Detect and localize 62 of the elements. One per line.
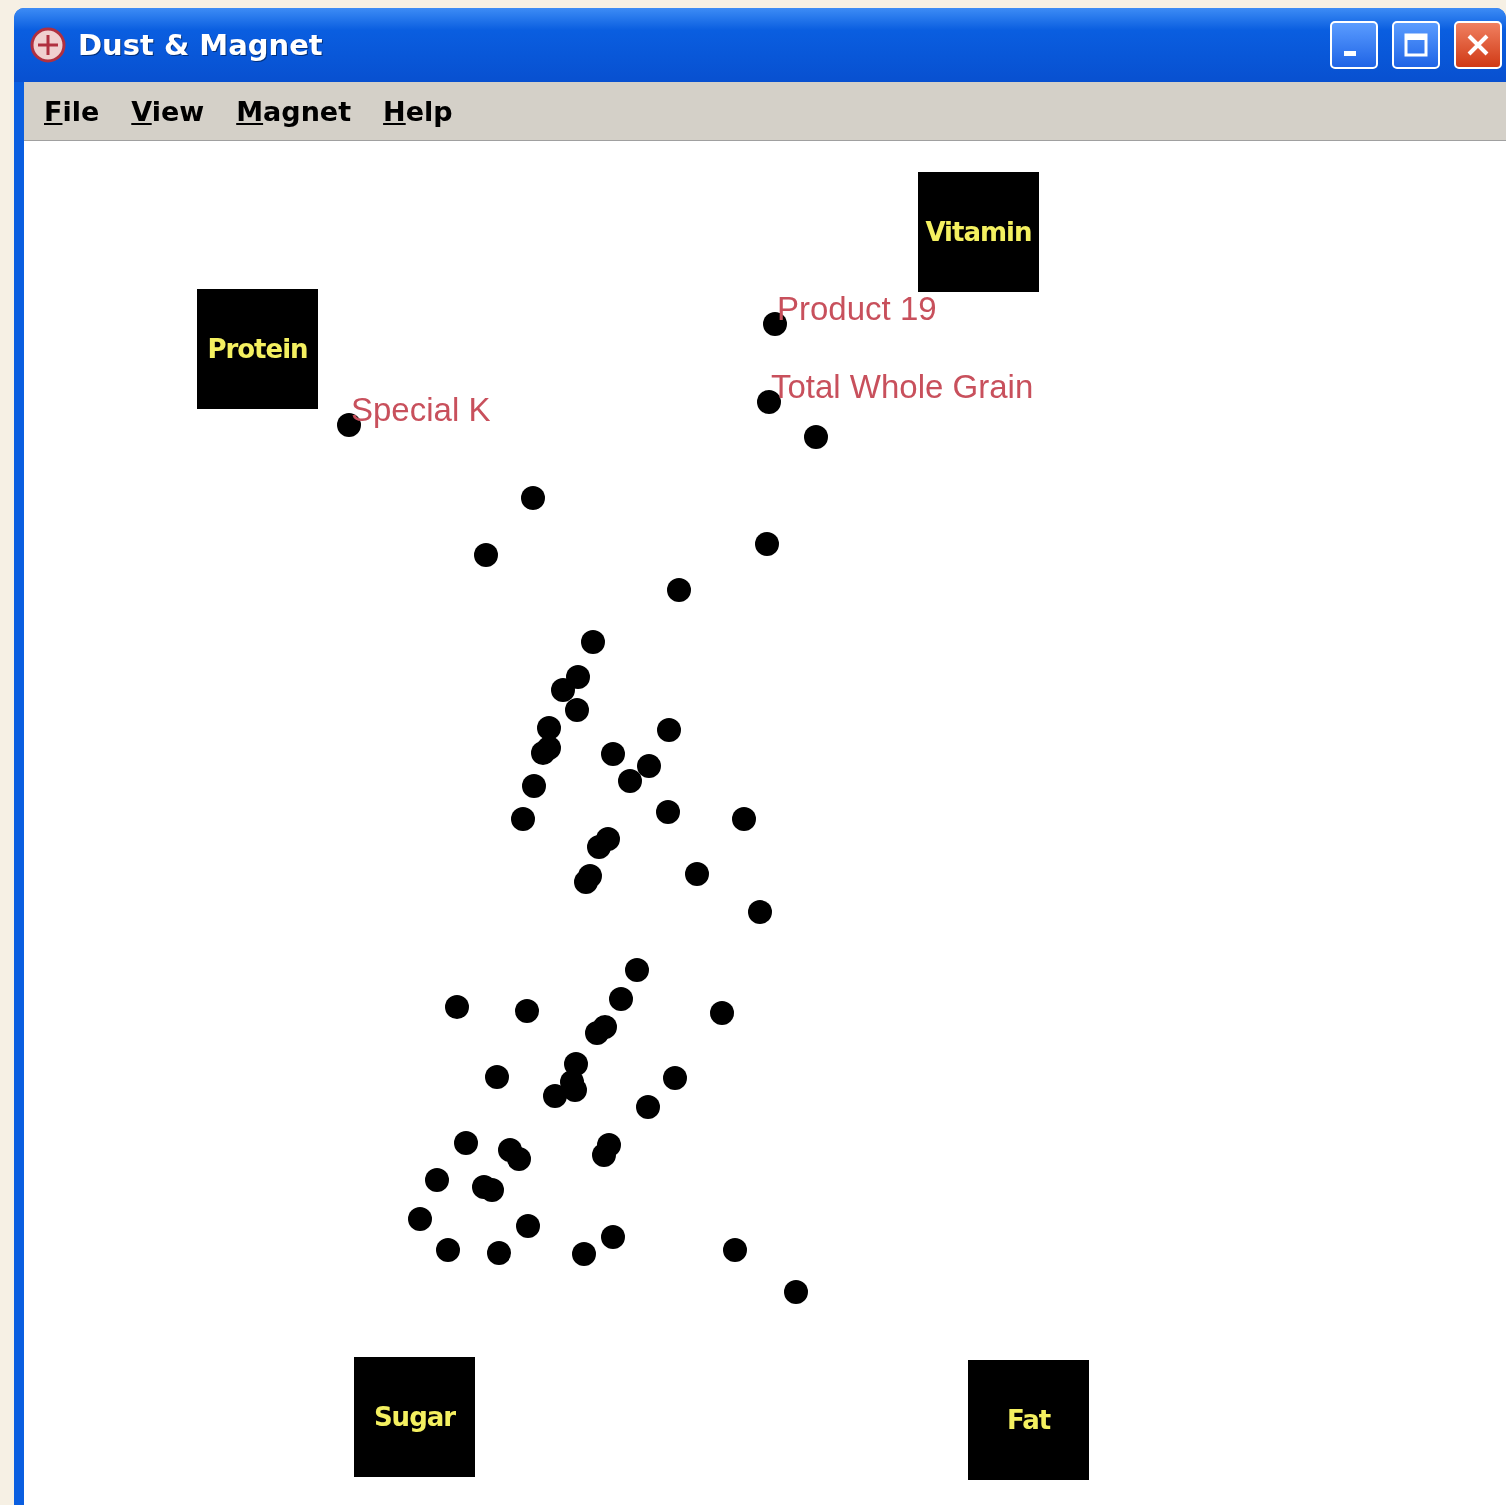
app-icon	[28, 25, 68, 65]
menu-item[interactable]: Help	[371, 91, 465, 131]
dust-dot	[663, 1066, 687, 1090]
dust-dot	[636, 1095, 660, 1119]
dust-dot	[480, 1178, 504, 1202]
dust-dot	[487, 1241, 511, 1265]
dust-dot	[454, 1131, 478, 1155]
window-title: Dust & Magnet	[78, 28, 324, 62]
magnet-box[interactable]: Sugar	[354, 1357, 475, 1477]
dust-dot	[685, 862, 709, 886]
close-button[interactable]	[1454, 21, 1502, 69]
close-icon	[1465, 32, 1491, 58]
dust-dot	[748, 900, 772, 924]
dust-dot	[543, 1084, 567, 1108]
magnet-box[interactable]: Protein	[197, 289, 318, 409]
dust-dot	[618, 769, 642, 793]
dust-dot	[637, 754, 661, 778]
dust-dot	[566, 665, 590, 689]
dust-dot	[723, 1238, 747, 1262]
dust-dot	[581, 630, 605, 654]
magnet-box[interactable]: Fat	[968, 1360, 1089, 1480]
dust-dot	[572, 1242, 596, 1266]
dust-dot	[425, 1168, 449, 1192]
dust-dot	[667, 578, 691, 602]
dust-label: Special K	[351, 391, 491, 429]
dust-dot	[551, 678, 575, 702]
dust-dot	[516, 1214, 540, 1238]
maximize-icon	[1403, 32, 1429, 58]
dust-dot	[574, 870, 598, 894]
minimize-button[interactable]	[1330, 21, 1378, 69]
dust-dot	[408, 1207, 432, 1231]
dust-dot	[732, 807, 756, 831]
dust-dot	[521, 486, 545, 510]
dust-dot	[656, 800, 680, 824]
magnet-box[interactable]: Vitamin	[918, 172, 1039, 292]
dust-label: Total Whole Grain	[771, 368, 1034, 406]
minimize-icon	[1344, 50, 1356, 56]
dust-label: Product 19	[777, 290, 937, 328]
dust-dot	[565, 698, 589, 722]
dust-dot	[445, 995, 469, 1019]
maximize-button[interactable]	[1392, 21, 1440, 69]
dust-dot	[657, 718, 681, 742]
dust-dot	[601, 742, 625, 766]
dust-dot	[564, 1052, 588, 1076]
menu-item[interactable]: Magnet	[224, 91, 364, 131]
dust-dot	[474, 543, 498, 567]
dust-dot	[515, 999, 539, 1023]
dust-dot	[537, 716, 561, 740]
dust-dot	[436, 1238, 460, 1262]
dust-dot	[710, 1001, 734, 1025]
dust-dot	[511, 807, 535, 831]
dust-dot	[592, 1143, 616, 1167]
dust-dot	[485, 1065, 509, 1089]
dust-dot	[804, 425, 828, 449]
dust-dot	[601, 1225, 625, 1249]
dust-dot	[625, 958, 649, 982]
menu-item[interactable]: File	[32, 91, 112, 131]
dust-dot	[522, 774, 546, 798]
dust-dot	[755, 532, 779, 556]
dust-dot	[784, 1280, 808, 1304]
menu-item[interactable]: View	[119, 91, 217, 131]
dust-dot	[609, 987, 633, 1011]
